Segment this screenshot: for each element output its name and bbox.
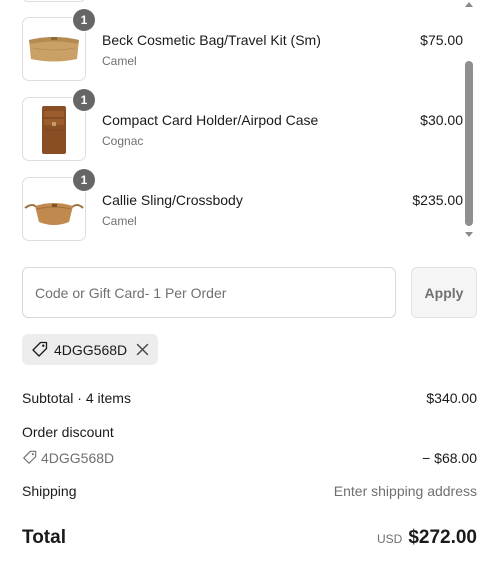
scroll-up-arrow-icon[interactable] <box>465 2 473 7</box>
product-title: Compact Card Holder/Airpod Case <box>102 112 319 128</box>
applied-discount-chip: 4DGG568D <box>22 334 158 365</box>
scroll-down-arrow-icon[interactable] <box>465 232 473 237</box>
quantity-badge: 1 <box>73 169 95 191</box>
product-thumbnail: 1 <box>22 89 95 161</box>
applied-discount-code: 4DGG568D <box>54 342 128 358</box>
product-price: $235.00 <box>412 192 463 208</box>
subtotal-value: $340.00 <box>426 390 477 406</box>
tag-icon <box>32 341 48 357</box>
order-discount-code-text: 4DGG568D <box>41 450 115 466</box>
total-currency: USD <box>376 532 403 546</box>
tag-icon <box>23 450 37 464</box>
line-item: 1 Compact Card Holder/Airpod Case Cognac… <box>22 89 463 163</box>
discount-code-input[interactable] <box>22 267 396 318</box>
product-variant: Camel <box>102 214 137 228</box>
shipping-label: Shipping <box>22 483 77 499</box>
product-title: Callie Sling/Crossbody <box>102 192 243 208</box>
product-price: $30.00 <box>420 112 463 128</box>
line-item: 1 Beck Cosmetic Bag/Travel Kit (Sm) Came… <box>22 9 463 83</box>
product-thumbnail: 1 <box>22 169 95 241</box>
previous-item-thumbnail-edge <box>22 0 86 2</box>
line-items-scrollbar[interactable] <box>462 0 476 243</box>
order-discount-label: Order discount <box>22 424 114 440</box>
product-title: Beck Cosmetic Bag/Travel Kit (Sm) <box>102 32 321 48</box>
quantity-badge: 1 <box>73 89 95 111</box>
remove-discount-close-icon[interactable] <box>134 341 151 358</box>
shipping-value: Enter shipping address <box>333 483 477 499</box>
product-variant: Camel <box>102 54 137 68</box>
product-price: $75.00 <box>420 32 463 48</box>
line-item: 1 Callie Sling/Crossbody Camel $235.00 <box>22 169 463 243</box>
scrollbar-thumb[interactable] <box>465 61 473 226</box>
subtotal-label: Subtotal · 4 items <box>22 390 131 406</box>
order-line-items: 1 Beck Cosmetic Bag/Travel Kit (Sm) Came… <box>0 0 500 246</box>
quantity-badge: 1 <box>73 9 95 31</box>
product-variant: Cognac <box>102 134 144 148</box>
apply-discount-button[interactable]: Apply <box>411 267 477 318</box>
total-amount: $272.00 <box>408 527 477 548</box>
total-label: Total <box>22 527 66 548</box>
total-value: USD $272.00 <box>377 527 477 549</box>
product-thumbnail: 1 <box>22 9 95 81</box>
order-discount-value: − $68.00 <box>422 450 477 466</box>
